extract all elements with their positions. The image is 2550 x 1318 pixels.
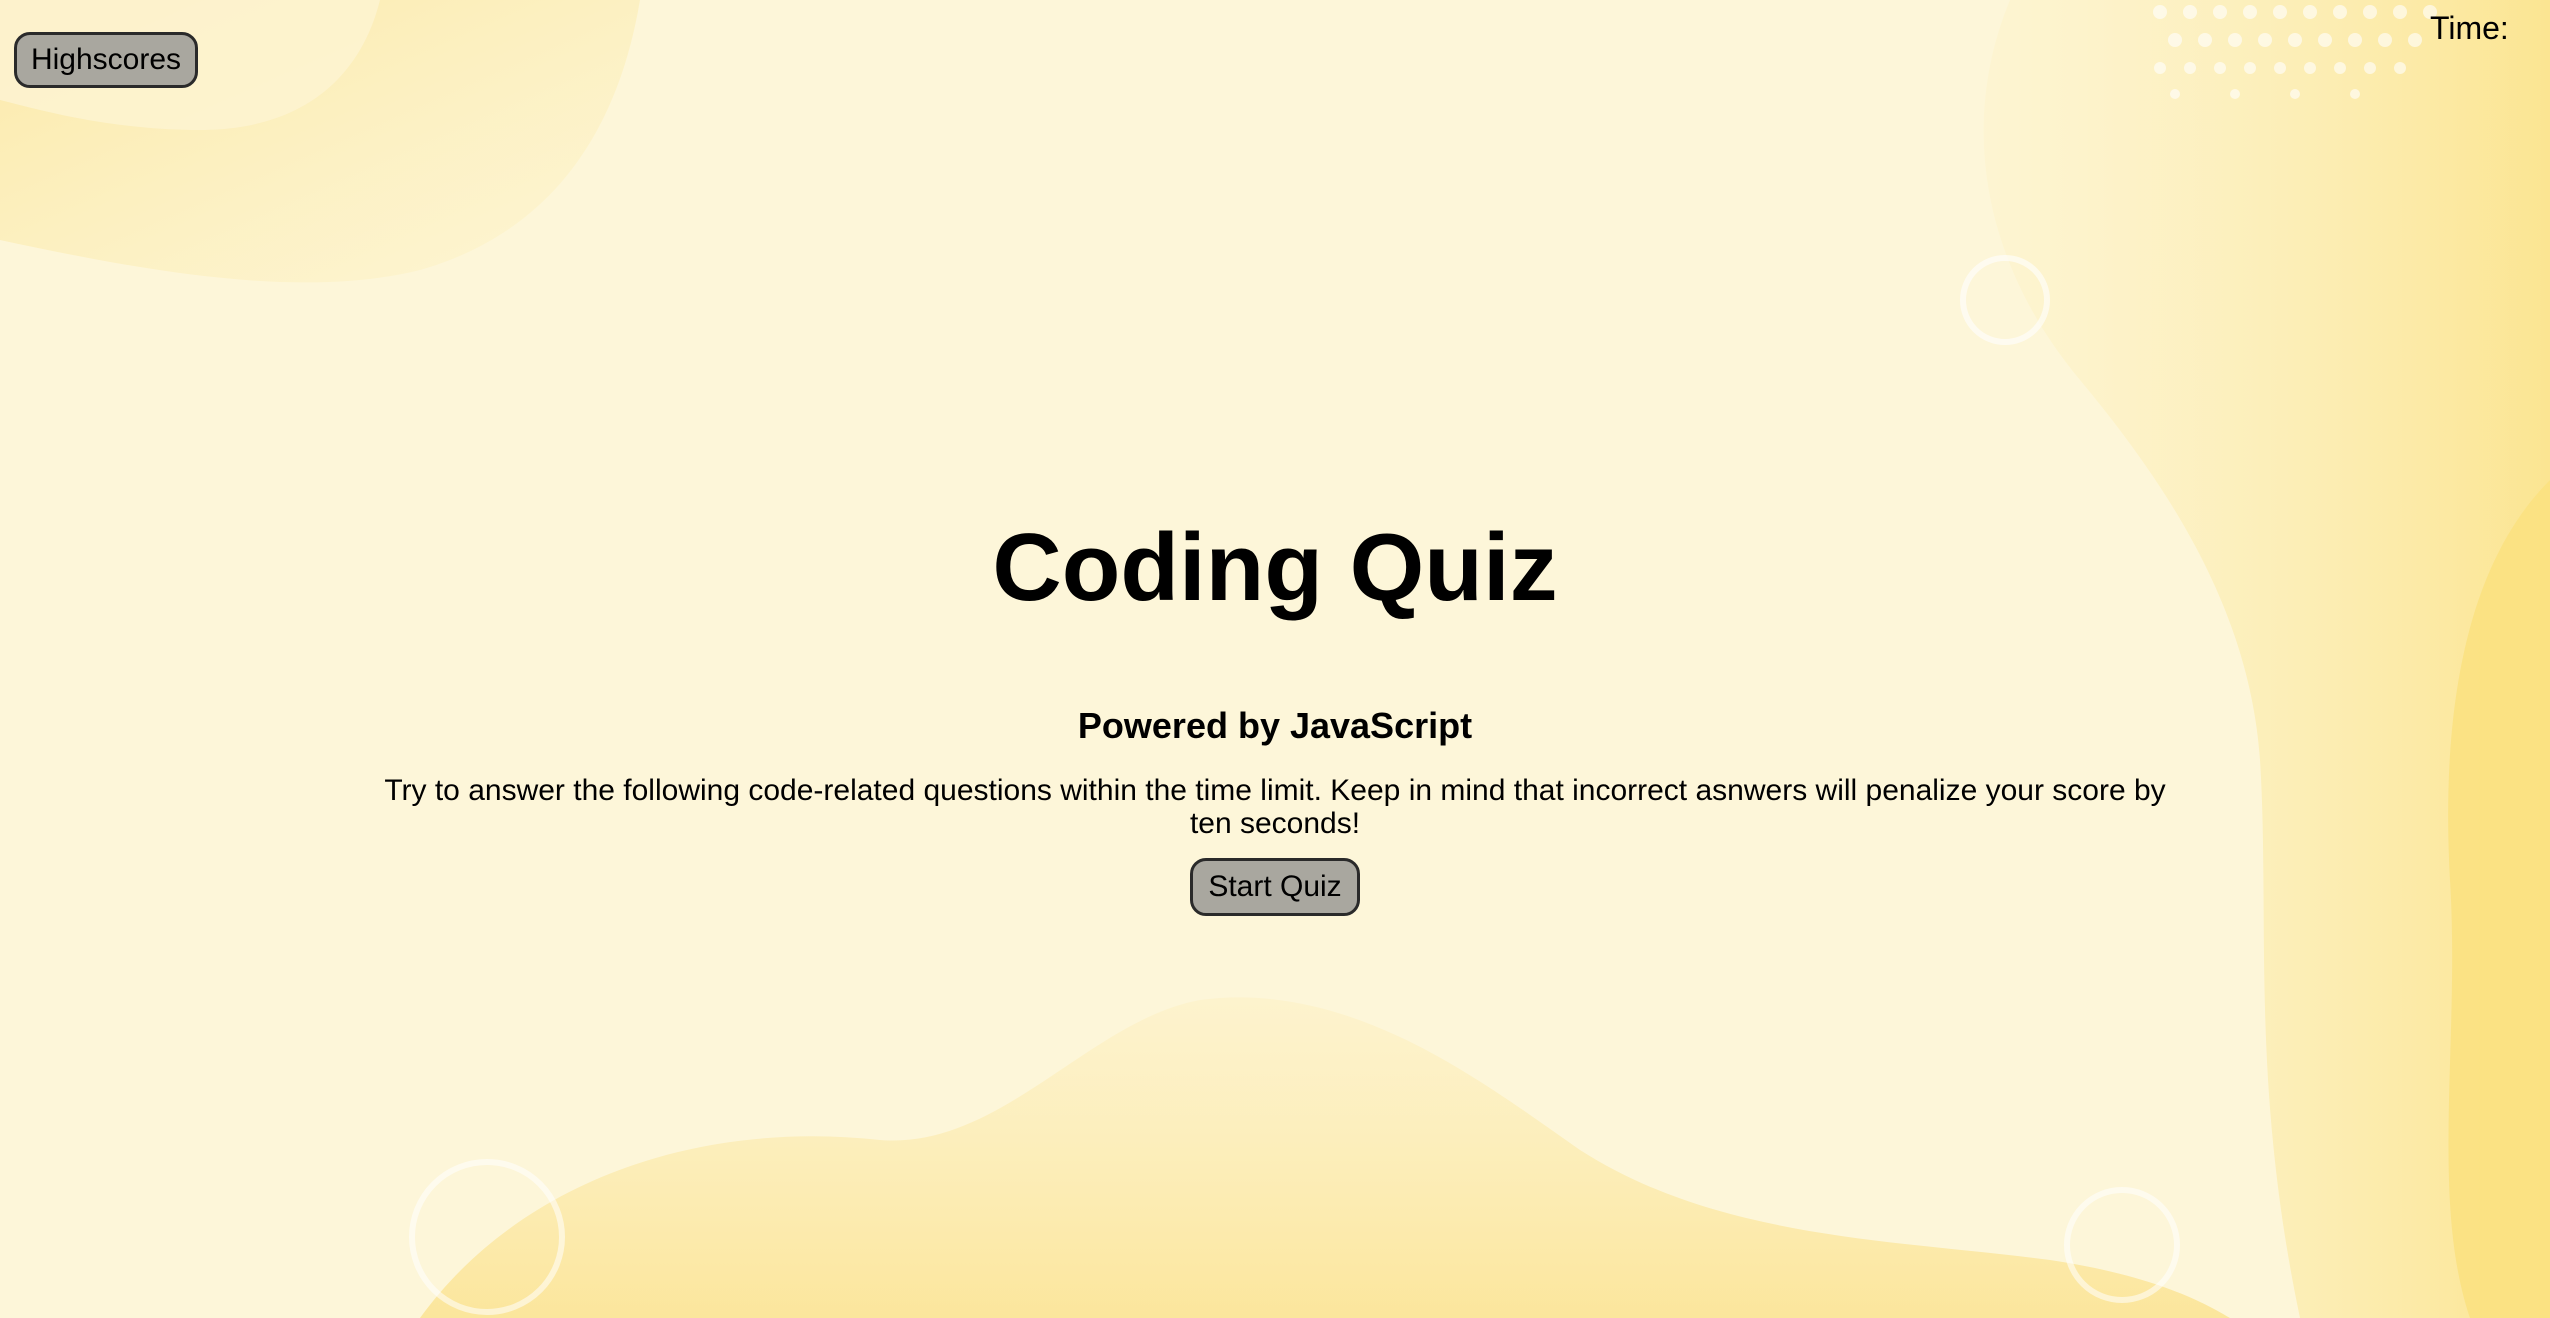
timer: Time:	[2430, 10, 2517, 47]
quiz-intro: Coding Quiz Powered by JavaScript Try to…	[0, 508, 2550, 916]
page-title: Coding Quiz	[992, 514, 1558, 621]
quiz-description: Try to answer the following code-related…	[384, 774, 2166, 840]
highscores-button[interactable]: Highscores	[14, 32, 198, 88]
timer-label: Time:	[2430, 10, 2509, 46]
start-quiz-button[interactable]: Start Quiz	[1190, 858, 1360, 916]
subtitle: Powered by JavaScript	[1077, 705, 1473, 746]
